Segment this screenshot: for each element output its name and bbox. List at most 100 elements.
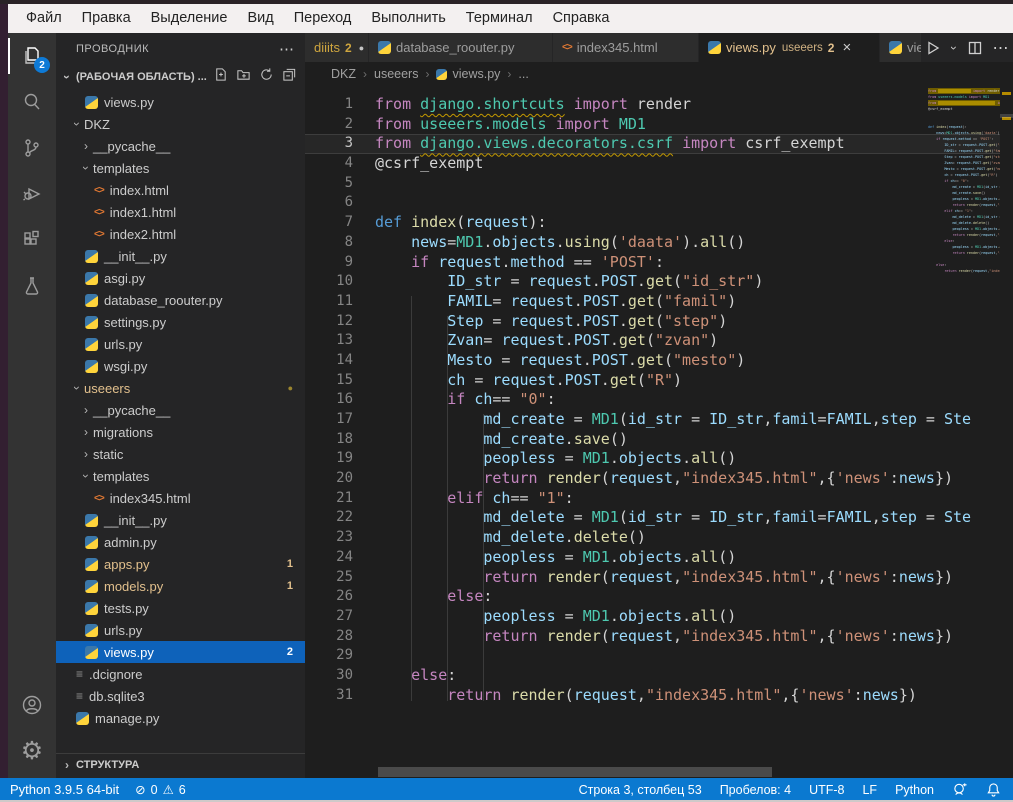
menu-item[interactable]: Справка [543, 4, 620, 33]
tree-item[interactable]: settings.py [56, 311, 305, 333]
encoding[interactable]: UTF-8 [809, 783, 844, 797]
line-number[interactable]: 2 [305, 115, 353, 135]
code-line[interactable]: 15 ch = request.POST.get("R") [305, 371, 1000, 391]
tree-item[interactable]: ›static [56, 443, 305, 465]
line-number[interactable]: 6 [305, 193, 353, 213]
run-dropdown-chevron-icon[interactable]: › [942, 42, 966, 54]
menu-item[interactable]: Правка [72, 4, 141, 33]
code-line[interactable]: 18 md_create.save() [305, 430, 1000, 450]
code-editor[interactable]: 1from django.shortcuts import render2fro… [305, 86, 1000, 746]
code-line[interactable]: 11 FAMIL= request.POST.get("famil") [305, 292, 1000, 312]
code-line[interactable]: 1from django.shortcuts import render [305, 95, 1000, 115]
extensions-icon[interactable] [8, 217, 56, 263]
code-line[interactable]: 28 return render(request,"index345.html"… [305, 627, 1000, 647]
code-line[interactable]: 2from useeers.models import MD1 [305, 115, 1000, 135]
code-line[interactable]: 6 [305, 193, 1000, 213]
tree-item[interactable]: manage.py [56, 707, 305, 729]
line-number[interactable]: 15 [305, 371, 353, 391]
tree-item[interactable]: database_roouter.py [56, 289, 305, 311]
code-line[interactable]: 12 Step = request.POST.get("step") [305, 312, 1000, 332]
line-number[interactable]: 9 [305, 253, 353, 273]
line-number[interactable]: 27 [305, 607, 353, 627]
run-python-file-icon[interactable] [922, 36, 944, 60]
refresh-icon[interactable] [259, 67, 274, 87]
editor-tab[interactable]: diiits2● [305, 33, 369, 62]
code-line[interactable]: 5 [305, 174, 1000, 194]
line-number[interactable]: 18 [305, 430, 353, 450]
tree-item[interactable]: __init__.py [56, 509, 305, 531]
code-line[interactable]: 3from django.views.decorators.csrf impor… [305, 134, 1000, 154]
line-number[interactable]: 17 [305, 410, 353, 430]
code-line[interactable]: 7def index(request): [305, 213, 1000, 233]
line-number[interactable]: 20 [305, 469, 353, 489]
line-number[interactable]: 12 [305, 312, 353, 332]
tree-item[interactable]: urls.py [56, 619, 305, 641]
notifications-bell-icon[interactable] [986, 782, 1001, 797]
close-icon[interactable]: × [842, 40, 851, 55]
line-number[interactable]: 13 [305, 331, 353, 351]
code-line[interactable]: 13 Zvan= request.POST.get("zvan") [305, 331, 1000, 351]
search-icon[interactable] [8, 79, 56, 125]
code-line[interactable]: 23 md_delete.delete() [305, 528, 1000, 548]
line-number[interactable]: 23 [305, 528, 353, 548]
line-number[interactable]: 11 [305, 292, 353, 312]
tree-item[interactable]: ›__pycache__ [56, 399, 305, 421]
tree-item[interactable]: views.py2 [56, 641, 305, 663]
minimap[interactable]: from django.shortcuts import renderfrom … [928, 88, 1000, 288]
line-number[interactable]: 30 [305, 666, 353, 686]
breadcrumb-item[interactable]: useeers [374, 67, 418, 81]
menu-item[interactable]: Терминал [456, 4, 543, 33]
tree-item[interactable]: apps.py1 [56, 553, 305, 575]
run-debug-icon[interactable] [8, 171, 56, 217]
code-line[interactable]: 19 peopless = MD1.objects.all() [305, 449, 1000, 469]
menu-item[interactable]: Вид [237, 4, 283, 33]
outline-section-header[interactable]: › СТРУКТУРА [56, 753, 305, 776]
tree-item[interactable]: tests.py [56, 597, 305, 619]
new-folder-icon[interactable] [236, 67, 251, 87]
line-number[interactable]: 4 [305, 154, 353, 174]
line-number[interactable]: 31 [305, 686, 353, 706]
code-line[interactable]: 31 return render(request,"index345.html"… [305, 686, 1000, 706]
menu-item[interactable]: Переход [284, 4, 362, 33]
explorer-more-actions-icon[interactable]: ⋯ [279, 40, 295, 58]
new-file-icon[interactable] [213, 67, 228, 87]
line-number[interactable]: 28 [305, 627, 353, 647]
code-line[interactable]: 22 md_delete = MD1(id_str = ID_str,famil… [305, 508, 1000, 528]
overview-ruler[interactable] [1000, 62, 1013, 778]
line-number[interactable]: 16 [305, 390, 353, 410]
code-line[interactable]: 9 if request.method == 'POST': [305, 253, 1000, 273]
tree-item[interactable]: wsgi.py [56, 355, 305, 377]
editor-tab[interactable]: <>index345.html [553, 33, 699, 62]
account-icon[interactable] [8, 682, 56, 728]
code-line[interactable]: 17 md_create = MD1(id_str = ID_str,famil… [305, 410, 1000, 430]
line-number[interactable]: 1 [305, 95, 353, 115]
line-number[interactable]: 22 [305, 508, 353, 528]
horizontal-scrollbar[interactable] [378, 767, 772, 777]
tree-item[interactable]: ›DKZ [56, 113, 305, 135]
tree-item[interactable]: models.py1 [56, 575, 305, 597]
tree-item[interactable]: ≡.dcignore [56, 663, 305, 685]
breadcrumb-item[interactable]: DKZ [331, 67, 356, 81]
language-mode[interactable]: Python [895, 783, 934, 797]
code-line[interactable]: 29 [305, 646, 1000, 666]
line-number[interactable]: 10 [305, 272, 353, 292]
line-number[interactable]: 26 [305, 587, 353, 607]
tree-item[interactable]: ›migrations [56, 421, 305, 443]
line-number[interactable]: 24 [305, 548, 353, 568]
breadcrumb-item[interactable]: views.py [436, 67, 500, 81]
editor-tab[interactable]: vie [880, 33, 922, 62]
line-number[interactable]: 19 [305, 449, 353, 469]
code-line[interactable]: 16 if ch== "0": [305, 390, 1000, 410]
line-number[interactable]: 25 [305, 568, 353, 588]
problems-indicator[interactable]: ⊘ 0 ⚠ 6 [135, 782, 186, 797]
menu-item[interactable]: Выделение [141, 4, 238, 33]
line-number[interactable]: 21 [305, 489, 353, 509]
code-line[interactable]: 25 return render(request,"index345.html"… [305, 568, 1000, 588]
cursor-position[interactable]: Строка 3, столбец 53 [579, 783, 702, 797]
tree-item[interactable]: ›templates [56, 465, 305, 487]
line-number[interactable]: 7 [305, 213, 353, 233]
tree-item[interactable]: views.py [56, 91, 305, 113]
code-line[interactable]: 14 Mesto = request.POST.get("mesto") [305, 351, 1000, 371]
code-line[interactable]: 8 news=MD1.objects.using('daata').all() [305, 233, 1000, 253]
tree-item[interactable]: urls.py [56, 333, 305, 355]
